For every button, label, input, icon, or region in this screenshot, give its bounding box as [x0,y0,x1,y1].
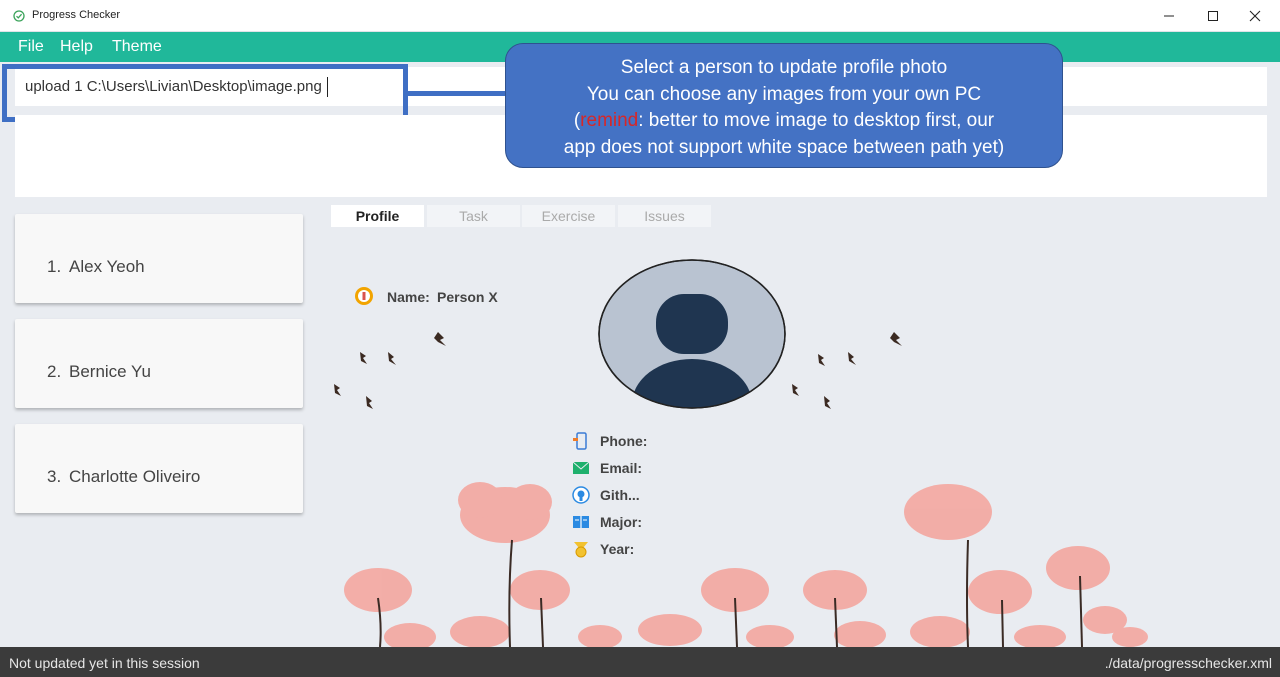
tab-profile[interactable]: Profile [331,205,424,227]
phone-icon [573,432,587,450]
name-label: Name: [387,289,430,305]
profile-avatar[interactable] [598,259,786,409]
status-sync: Not updated yet in this session [9,655,200,671]
tab-exercise[interactable]: Exercise [522,205,615,227]
profile-name-row: Name: Person X [354,286,498,311]
book-icon [573,516,589,528]
status-bar: Not updated yet in this session ./data/p… [0,647,1280,677]
name-value: Person X [437,289,498,305]
email-icon [572,461,590,474]
phone-label: Phone: [600,433,648,449]
github-icon [572,486,590,504]
medal-icon [574,542,588,558]
status-file-path: ./data/progresschecker.xml [1104,655,1272,671]
tab-task[interactable]: Task [427,205,520,227]
user-badge-icon [355,287,373,305]
year-label: Year: [600,541,635,557]
github-label: Gith... [600,487,640,503]
email-label: Email: [600,460,643,476]
tab-issues[interactable]: Issues [618,205,711,227]
major-label: Major: [600,514,642,530]
